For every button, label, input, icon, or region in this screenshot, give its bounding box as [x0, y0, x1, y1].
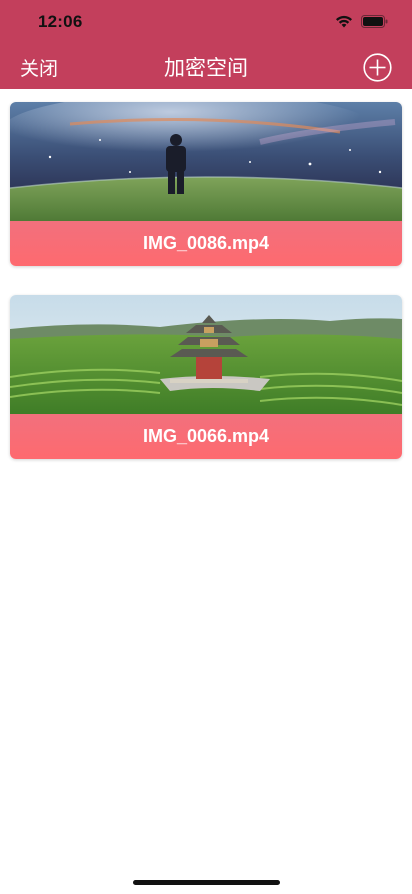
header: 12:06 关闭 加密空间 — [0, 0, 412, 89]
video-filename: IMG_0086.mp4 — [10, 221, 402, 266]
video-card[interactable]: IMG_0066.mp4 — [10, 295, 402, 459]
video-thumbnail — [10, 102, 402, 221]
add-button[interactable] — [363, 53, 392, 82]
battery-icon — [361, 14, 388, 33]
status-icons — [335, 14, 388, 33]
video-filename: IMG_0066.mp4 — [10, 414, 402, 459]
page-title: 加密空间 — [164, 57, 248, 80]
video-thumbnail — [10, 295, 402, 414]
video-card[interactable]: IMG_0086.mp4 — [10, 102, 402, 266]
home-indicator — [133, 880, 280, 885]
status-bar: 12:06 — [0, 0, 412, 44]
plus-circle-icon — [363, 53, 392, 82]
video-list: IMG_0086.mp4 IMG_0066.mp4 — [10, 102, 402, 488]
status-time: 12:06 — [38, 12, 83, 31]
navbar: 关闭 加密空间 — [0, 44, 412, 89]
wifi-icon — [335, 14, 353, 33]
